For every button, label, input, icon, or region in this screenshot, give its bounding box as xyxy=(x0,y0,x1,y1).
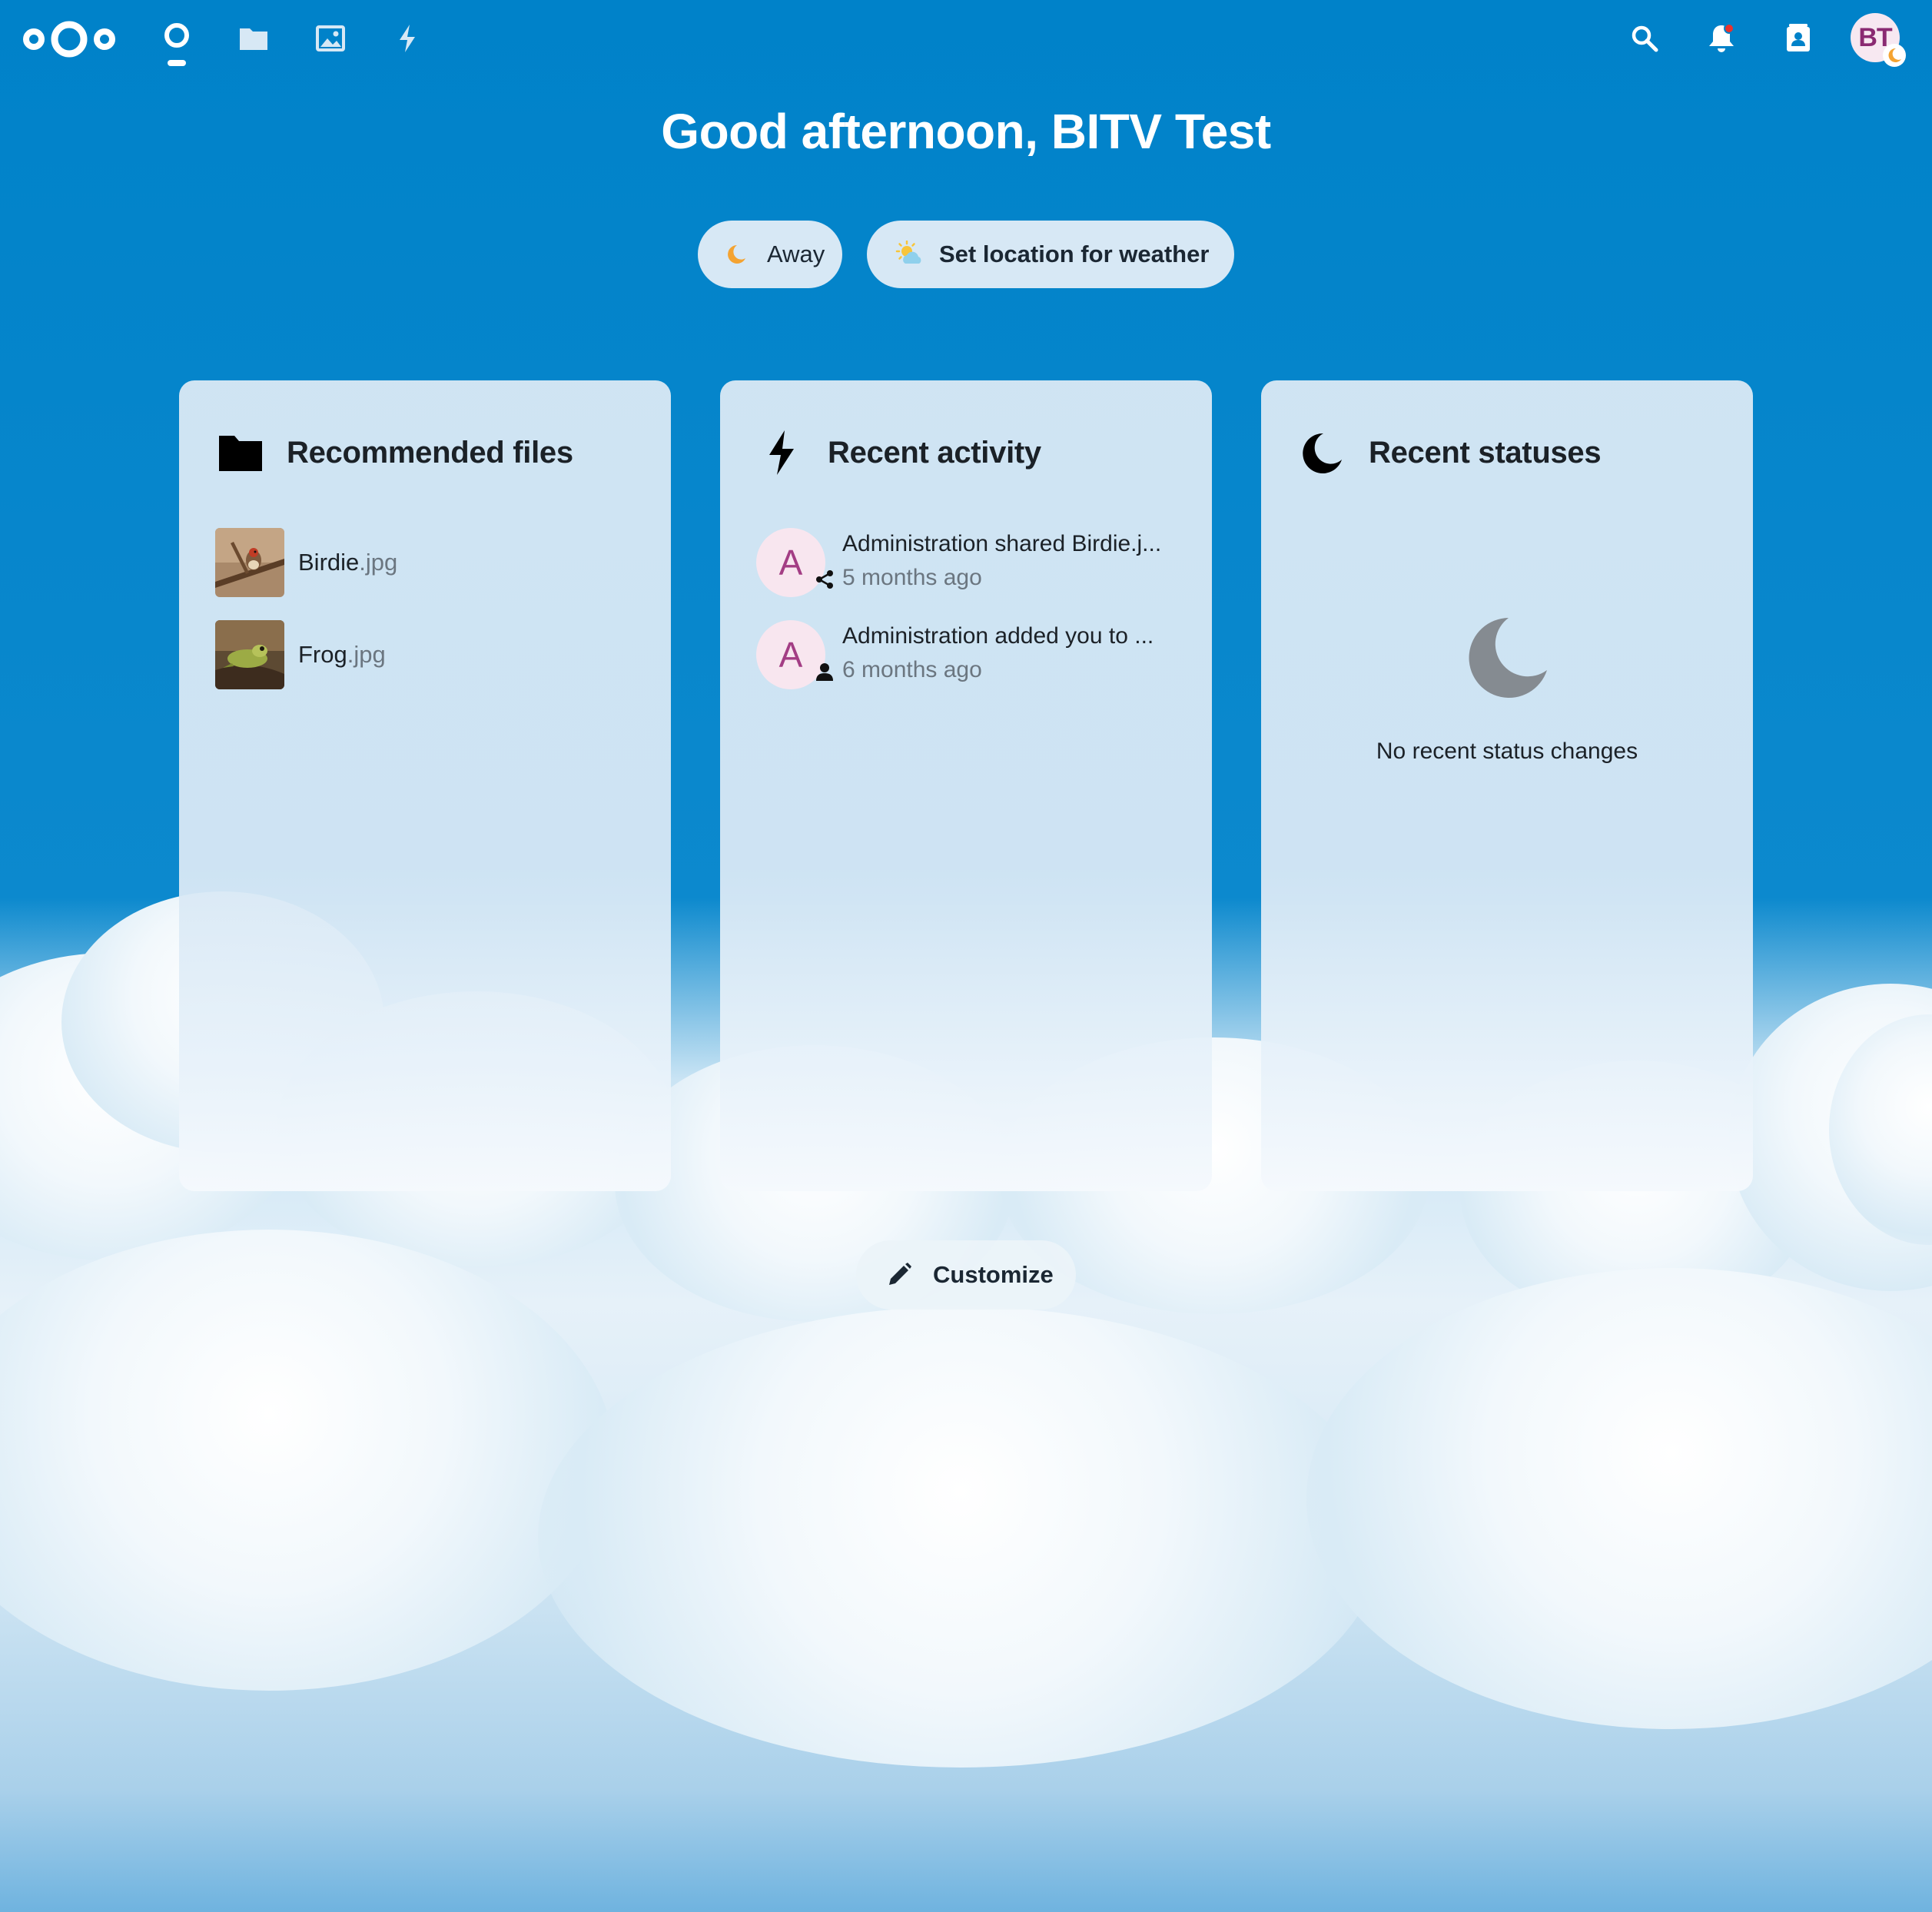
moon-icon xyxy=(1296,427,1349,479)
share-icon xyxy=(813,568,836,591)
lightning-icon[interactable] xyxy=(390,22,424,55)
status-button[interactable]: Away xyxy=(698,221,842,288)
partly-cloudy-icon xyxy=(893,239,924,270)
file-name: Frog xyxy=(298,641,347,668)
bell-icon[interactable] xyxy=(1705,22,1738,55)
file-thumbnail xyxy=(215,620,284,689)
file-thumbnail xyxy=(215,528,284,597)
customize-button[interactable]: Customize xyxy=(856,1240,1076,1310)
customize-label: Customize xyxy=(933,1261,1054,1288)
recent-statuses-widget: Recent statuses No recent status changes xyxy=(1261,380,1753,1191)
widget-title: Recent activity xyxy=(828,435,1041,470)
recent-activity-widget: Recent activity A Administration shared … xyxy=(720,380,1212,1191)
activity-item[interactable]: A Administration added you to ... 6 mont… xyxy=(756,620,1187,689)
widget-header: Recent statuses xyxy=(1296,427,1602,479)
widget-header: Recommended files xyxy=(214,427,573,479)
activity-item[interactable]: A Administration shared Birdie.j... 5 mo… xyxy=(756,528,1187,597)
moon-icon xyxy=(1469,618,1547,698)
file-item[interactable]: Frog .jpg xyxy=(215,620,386,689)
file-extension: .jpg xyxy=(359,549,398,576)
user-icon xyxy=(813,660,836,683)
widget-title: Recommended files xyxy=(287,435,573,470)
folder-icon[interactable] xyxy=(237,22,271,55)
file-item[interactable]: Birdie .jpg xyxy=(215,528,397,597)
activity-text: Administration added you to ... xyxy=(842,623,1154,649)
widget-title: Recent statuses xyxy=(1369,435,1602,470)
top-bar: BT xyxy=(0,0,1932,77)
weather-label: Set location for weather xyxy=(939,241,1210,267)
empty-state-text: No recent status changes xyxy=(1376,739,1638,764)
image-icon[interactable] xyxy=(314,22,347,55)
widget-header: Recent activity xyxy=(755,427,1041,479)
dashboard-icon[interactable] xyxy=(160,22,194,55)
folder-icon xyxy=(214,427,267,479)
user-avatar[interactable]: BT xyxy=(1851,13,1906,67)
pencil-icon xyxy=(884,1260,915,1290)
status-label: Away xyxy=(767,241,825,267)
recommended-files-widget: Recommended files Birdie .jpg Frog .jpg xyxy=(179,380,671,1191)
cloud xyxy=(538,1306,1383,1768)
lightning-icon xyxy=(755,427,808,479)
activity-text: Administration shared Birdie.j... xyxy=(842,531,1162,556)
activity-time: 5 months ago xyxy=(842,565,982,590)
active-app-indicator xyxy=(168,60,186,66)
weather-location-button[interactable]: Set location for weather xyxy=(867,221,1234,288)
contacts-icon[interactable] xyxy=(1781,22,1815,55)
search-icon[interactable] xyxy=(1628,22,1661,55)
file-name: Birdie xyxy=(298,549,360,576)
activity-time: 6 months ago xyxy=(842,657,982,682)
away-status-icon xyxy=(1883,44,1906,67)
nextcloud-logo-icon[interactable] xyxy=(22,17,117,61)
file-extension: .jpg xyxy=(347,641,386,668)
greeting-title: Good afternoon, BITV Test xyxy=(661,104,1271,159)
moon-icon xyxy=(721,239,752,270)
